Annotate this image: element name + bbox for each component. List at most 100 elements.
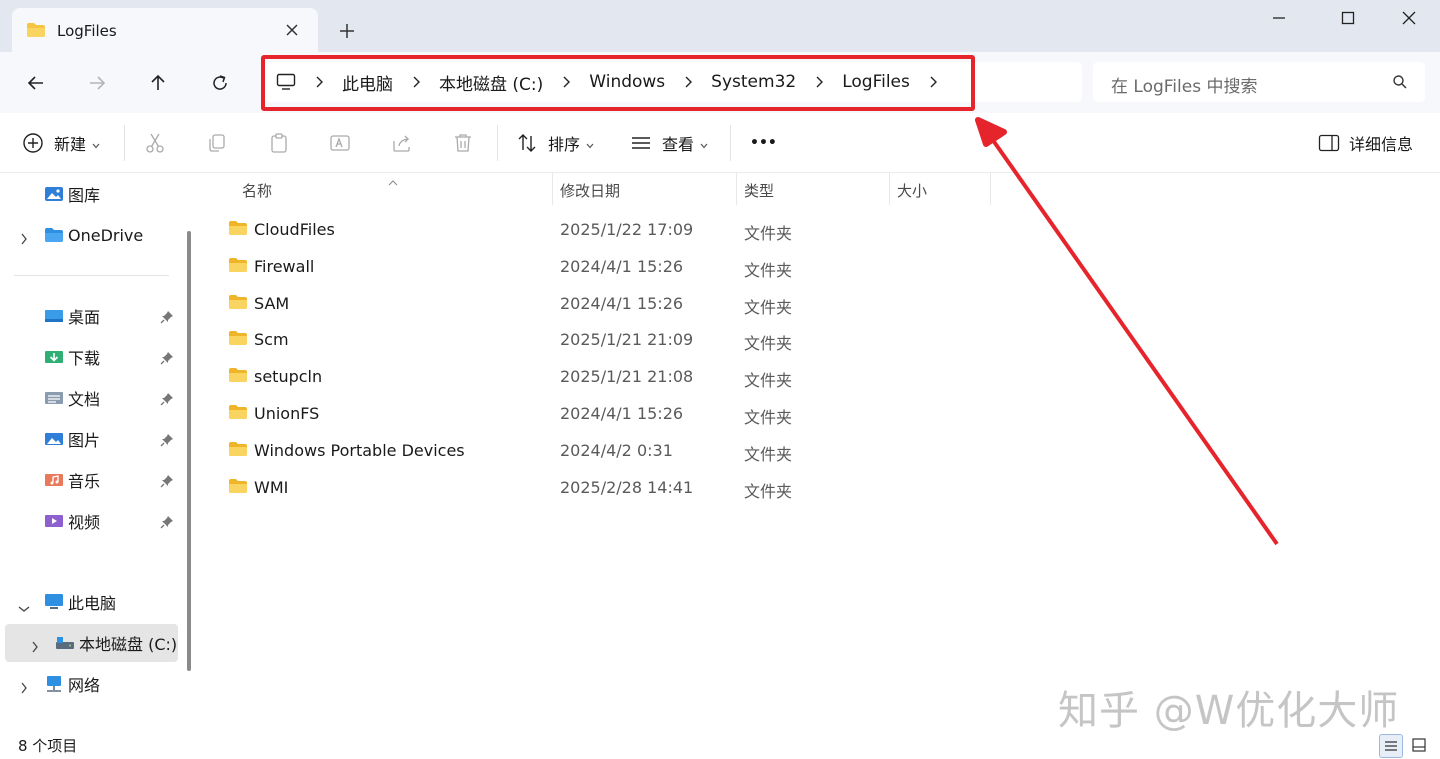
download-icon — [44, 348, 64, 366]
sidebar-scrollbar[interactable] — [187, 231, 191, 671]
sidebar-item-music[interactable]: 音乐 — [0, 461, 180, 499]
sidebar-item-label: 网络 — [68, 676, 101, 695]
copy-button[interactable] — [206, 113, 228, 173]
pin-icon[interactable] — [160, 350, 174, 369]
column-divider[interactable] — [889, 173, 890, 205]
file-row[interactable]: WMI 2025/2/28 14:41 文件夹 — [222, 469, 1012, 506]
sidebar-item-onedrive[interactable]: OneDrive — [0, 216, 180, 254]
details-pane-button[interactable]: 详细信息 — [1318, 113, 1413, 173]
pin-icon[interactable] — [160, 473, 174, 492]
picture-icon — [44, 430, 64, 448]
minimize-icon — [1273, 17, 1285, 19]
network-icon — [44, 675, 64, 693]
search-icon[interactable] — [1392, 74, 1408, 94]
file-row[interactable]: Scm 2025/1/21 21:09 文件夹 — [222, 321, 1012, 358]
file-type: 文件夹 — [744, 260, 793, 280]
copy-icon — [206, 132, 228, 154]
maximize-button[interactable] — [1325, 0, 1371, 36]
pin-icon[interactable] — [160, 432, 174, 451]
tab-title: LogFiles — [57, 22, 117, 40]
column-header-name[interactable]: 名称 — [242, 173, 272, 207]
column-divider[interactable] — [736, 173, 737, 205]
clipboard-icon — [268, 132, 290, 154]
chevron-down-icon[interactable] — [18, 598, 30, 617]
rename-button[interactable] — [329, 113, 351, 173]
details-view-button[interactable] — [1379, 734, 1403, 758]
file-type: 文件夹 — [744, 334, 793, 354]
file-row[interactable]: UnionFS 2024/4/1 15:26 文件夹 — [222, 395, 1012, 432]
close-icon — [286, 24, 298, 36]
sidebar-item-label: 此电脑 — [68, 594, 117, 613]
folder-icon — [26, 22, 46, 42]
sidebar-item-desktop[interactable]: 桌面 — [0, 297, 180, 335]
sidebar-item-pictures[interactable]: 图片 — [0, 420, 180, 458]
chevron-right-icon[interactable] — [20, 230, 28, 249]
delete-button[interactable] — [452, 113, 474, 173]
sidebar-item-label: 文档 — [68, 390, 101, 409]
column-header-size[interactable]: 大小 — [897, 173, 927, 207]
toolbar-divider — [730, 125, 731, 161]
details-pane-icon — [1318, 134, 1340, 152]
tab-logfiles[interactable]: LogFiles — [12, 8, 318, 52]
paste-button[interactable] — [268, 113, 290, 173]
close-window-button[interactable] — [1386, 0, 1432, 36]
column-divider[interactable] — [552, 173, 553, 205]
back-button[interactable] — [21, 68, 51, 98]
sidebar-item-this-pc[interactable]: 此电脑 — [0, 583, 180, 621]
file-row[interactable]: Windows Portable Devices 2024/4/2 0:31 文件夹 — [222, 432, 1012, 469]
desktop-icon — [44, 307, 64, 325]
sidebar-item-videos[interactable]: 视频 — [0, 502, 180, 540]
close-icon — [1402, 11, 1416, 25]
file-type: 文件夹 — [744, 408, 793, 427]
new-button[interactable]: 新建 — [22, 113, 100, 173]
sidebar-item-downloads[interactable]: 下载 — [0, 338, 180, 376]
sidebar-item-gallery[interactable]: 图库 — [0, 175, 180, 213]
chevron-right-icon[interactable] — [20, 679, 28, 698]
minimize-button[interactable] — [1256, 0, 1302, 36]
sort-ascending-icon — [388, 171, 398, 190]
file-row[interactable]: Firewall 2024/4/1 15:26 文件夹 — [222, 248, 1012, 285]
pin-icon[interactable] — [160, 309, 174, 328]
cut-button[interactable] — [144, 113, 166, 173]
file-row[interactable]: SAM 2024/4/1 15:26 文件夹 — [222, 285, 1012, 322]
folder-icon — [228, 220, 248, 240]
trash-icon — [452, 132, 474, 154]
column-divider[interactable] — [990, 173, 991, 205]
folder-icon — [228, 441, 248, 461]
more-icon: ••• — [750, 135, 777, 151]
sidebar-item-documents[interactable]: 文档 — [0, 379, 180, 417]
close-tab-button[interactable] — [282, 20, 302, 40]
column-header-type[interactable]: 类型 — [744, 173, 774, 207]
sidebar-item-label: OneDrive — [68, 225, 144, 245]
rename-icon — [329, 132, 351, 154]
file-modified-date: 2024/4/1 15:26 — [560, 293, 684, 313]
file-name: Windows Portable Devices — [254, 440, 465, 460]
sidebar-item-local-disk[interactable]: 本地磁盘 (C:) — [5, 624, 178, 662]
toolbar-divider — [124, 125, 125, 161]
chevron-right-icon[interactable] — [31, 638, 39, 657]
file-type: 文件夹 — [744, 297, 793, 317]
view-button[interactable]: 查看 — [630, 113, 708, 173]
file-name: UnionFS — [254, 404, 320, 423]
sidebar-item-network[interactable]: 网络 — [0, 665, 180, 703]
video-icon — [44, 512, 64, 530]
more-options-button[interactable]: ••• — [750, 113, 777, 173]
column-header-modified[interactable]: 修改日期 — [560, 173, 620, 207]
tiles-view-icon — [1412, 738, 1426, 752]
share-icon — [391, 132, 413, 154]
new-label: 新建 — [54, 135, 87, 154]
pin-icon[interactable] — [160, 391, 174, 410]
share-button[interactable] — [391, 113, 413, 173]
search-input[interactable]: 在 LogFiles 中搜索 — [1093, 62, 1425, 102]
document-icon — [44, 389, 64, 407]
pin-icon[interactable] — [160, 514, 174, 533]
refresh-button[interactable] — [205, 68, 235, 98]
sort-button[interactable]: 排序 — [516, 113, 594, 173]
file-row[interactable]: CloudFiles 2025/1/22 17:09 文件夹 — [222, 211, 1012, 248]
up-button[interactable] — [143, 68, 173, 98]
sidebar-item-label: 本地磁盘 (C:) — [79, 635, 178, 654]
large-icons-view-button[interactable] — [1408, 734, 1430, 756]
forward-button[interactable] — [82, 68, 112, 98]
new-tab-button[interactable] — [336, 20, 358, 42]
file-row[interactable]: setupcln 2025/1/21 21:08 文件夹 — [222, 358, 1012, 395]
